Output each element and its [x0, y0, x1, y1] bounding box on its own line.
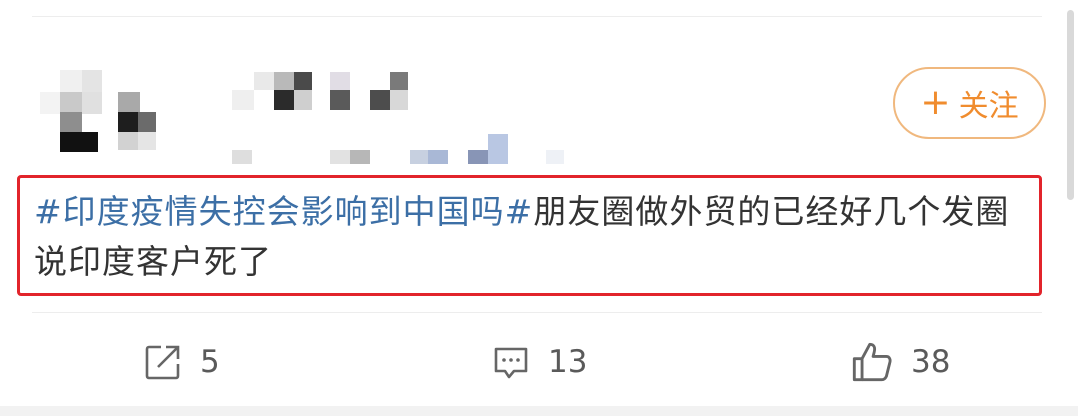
comment-button[interactable]: 13 — [492, 340, 587, 384]
follow-label: 关注 — [958, 89, 1019, 124]
like-count: 38 — [911, 344, 951, 380]
repost-icon — [145, 345, 180, 380]
username[interactable] — [232, 72, 572, 164]
post-text: #印度疫情失控会影响到中国吗#朋友圈做外贸的已经好几个发圈说印度客户死了 — [17, 175, 1042, 296]
thumbs-up-icon — [852, 342, 892, 382]
avatar[interactable] — [40, 70, 160, 156]
repost-button[interactable]: 5 — [144, 340, 220, 384]
actions-divider — [32, 312, 1042, 313]
scrollbar[interactable] — [1067, 10, 1074, 200]
comment-icon — [494, 347, 528, 379]
plus-icon: + — [920, 82, 951, 123]
follow-button[interactable]: + 关注 — [893, 67, 1046, 139]
repost-count: 5 — [200, 344, 220, 380]
comment-count: 13 — [548, 344, 588, 380]
top-divider — [32, 16, 1042, 17]
hashtag-link[interactable]: #印度疫情失控会影响到中国吗# — [34, 192, 533, 231]
bottom-divider — [0, 406, 1078, 416]
like-button[interactable]: 38 — [851, 340, 950, 384]
